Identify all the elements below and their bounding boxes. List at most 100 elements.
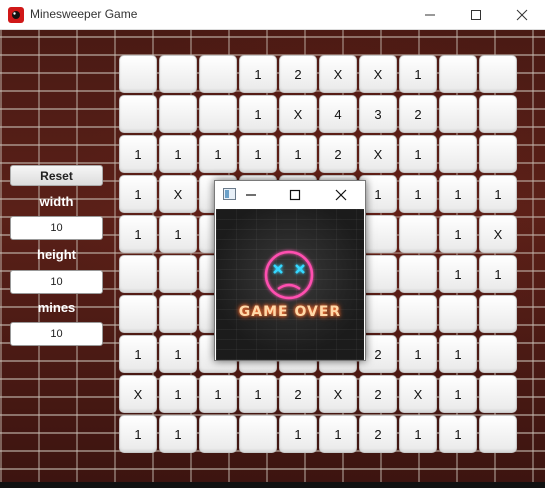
board-cell[interactable]: 1 bbox=[279, 415, 317, 453]
board-cell[interactable]: 1 bbox=[479, 255, 517, 293]
board-cell[interactable]: X bbox=[399, 375, 437, 413]
board-cell[interactable]: X bbox=[359, 55, 397, 93]
board-cell[interactable]: 1 bbox=[439, 335, 477, 373]
board-cell[interactable] bbox=[159, 55, 197, 93]
board-cell[interactable] bbox=[199, 95, 237, 133]
board-cell[interactable]: 2 bbox=[279, 55, 317, 93]
title-bar: Minesweeper Game bbox=[0, 0, 545, 30]
board-cell[interactable] bbox=[159, 255, 197, 293]
app-icon bbox=[8, 7, 24, 23]
board-cell[interactable]: 1 bbox=[239, 135, 277, 173]
board-cell[interactable]: 1 bbox=[439, 415, 477, 453]
board-cell[interactable]: 1 bbox=[399, 175, 437, 213]
neon-sad-face-icon bbox=[264, 250, 314, 300]
board-cell[interactable] bbox=[199, 415, 237, 453]
board-cell[interactable] bbox=[479, 135, 517, 173]
board-cell[interactable]: 1 bbox=[239, 55, 277, 93]
board-cell[interactable]: X bbox=[119, 375, 157, 413]
width-field[interactable]: 10 bbox=[10, 216, 103, 240]
board-cell[interactable]: 1 bbox=[159, 415, 197, 453]
popup-title-bar bbox=[215, 181, 365, 209]
minimize-icon bbox=[425, 14, 435, 16]
board-cell[interactable] bbox=[479, 375, 517, 413]
board-cell[interactable]: 2 bbox=[399, 95, 437, 133]
board-cell[interactable]: 3 bbox=[359, 95, 397, 133]
board-cell[interactable] bbox=[439, 55, 477, 93]
game-over-image: GAME OVER bbox=[216, 209, 364, 360]
board-cell[interactable] bbox=[159, 95, 197, 133]
board-cell[interactable]: 1 bbox=[119, 415, 157, 453]
board-cell[interactable] bbox=[479, 55, 517, 93]
board-cell[interactable] bbox=[479, 415, 517, 453]
reset-button[interactable]: Reset bbox=[10, 165, 103, 186]
board-cell[interactable]: 2 bbox=[359, 415, 397, 453]
board-cell[interactable]: 1 bbox=[399, 135, 437, 173]
popup-maximize-button[interactable] bbox=[275, 181, 315, 209]
board-cell[interactable]: X bbox=[479, 215, 517, 253]
popup-close-button[interactable] bbox=[321, 181, 361, 209]
board-cell[interactable] bbox=[439, 135, 477, 173]
board-cell[interactable]: 1 bbox=[159, 215, 197, 253]
board-cell[interactable] bbox=[399, 295, 437, 333]
maximize-button[interactable] bbox=[453, 0, 499, 30]
board-cell[interactable]: 1 bbox=[239, 95, 277, 133]
board-cell[interactable] bbox=[119, 255, 157, 293]
game-over-text: GAME OVER bbox=[238, 304, 342, 320]
popup-minimize-button[interactable] bbox=[231, 181, 271, 209]
board-cell[interactable]: X bbox=[319, 375, 357, 413]
board-cell[interactable] bbox=[439, 95, 477, 133]
board-cell[interactable]: 1 bbox=[199, 135, 237, 173]
board-cell[interactable]: 1 bbox=[279, 135, 317, 173]
board-cell[interactable]: 1 bbox=[439, 255, 477, 293]
board-cell[interactable] bbox=[119, 295, 157, 333]
minimize-button[interactable] bbox=[407, 0, 453, 30]
board-cell[interactable]: 1 bbox=[119, 135, 157, 173]
board-cell[interactable] bbox=[479, 295, 517, 333]
board-cell[interactable] bbox=[119, 55, 157, 93]
board-cell[interactable]: 1 bbox=[199, 375, 237, 413]
window-title: Minesweeper Game bbox=[30, 7, 138, 21]
width-label: width bbox=[39, 194, 74, 209]
close-button[interactable] bbox=[499, 0, 545, 30]
mines-field[interactable]: 10 bbox=[10, 322, 103, 346]
board-cell[interactable]: 1 bbox=[239, 375, 277, 413]
board-cell[interactable] bbox=[119, 95, 157, 133]
board-cell[interactable] bbox=[399, 255, 437, 293]
board-cell[interactable] bbox=[479, 335, 517, 373]
board-cell[interactable]: 1 bbox=[399, 335, 437, 373]
board-cell[interactable] bbox=[239, 415, 277, 453]
close-icon bbox=[335, 189, 347, 201]
board-cell[interactable]: 1 bbox=[119, 175, 157, 213]
board-cell[interactable]: 1 bbox=[399, 55, 437, 93]
height-field[interactable]: 10 bbox=[10, 270, 103, 294]
board-cell[interactable]: 1 bbox=[159, 335, 197, 373]
board-cell[interactable] bbox=[479, 95, 517, 133]
board-cell[interactable] bbox=[159, 295, 197, 333]
board-cell[interactable]: 1 bbox=[159, 135, 197, 173]
board-cell[interactable] bbox=[439, 295, 477, 333]
board-cell[interactable]: 4 bbox=[319, 95, 357, 133]
game-over-window: GAME OVER bbox=[214, 180, 366, 361]
maximize-icon bbox=[289, 189, 301, 201]
board-cell[interactable]: 1 bbox=[119, 215, 157, 253]
board-cell[interactable]: X bbox=[159, 175, 197, 213]
board-cell[interactable]: X bbox=[279, 95, 317, 133]
board-cell[interactable]: 1 bbox=[319, 415, 357, 453]
board-cell[interactable] bbox=[399, 215, 437, 253]
maximize-icon bbox=[471, 10, 481, 20]
board-cell[interactable]: 1 bbox=[439, 375, 477, 413]
board-cell[interactable]: 1 bbox=[439, 175, 477, 213]
height-label: height bbox=[37, 247, 76, 262]
board-cell[interactable]: 1 bbox=[399, 415, 437, 453]
board-cell[interactable]: 1 bbox=[119, 335, 157, 373]
board-cell[interactable]: 2 bbox=[359, 375, 397, 413]
board-cell[interactable]: 1 bbox=[479, 175, 517, 213]
minimize-icon bbox=[246, 194, 256, 196]
board-cell[interactable] bbox=[199, 55, 237, 93]
board-cell[interactable]: X bbox=[359, 135, 397, 173]
board-cell[interactable]: X bbox=[319, 55, 357, 93]
board-cell[interactable]: 1 bbox=[439, 215, 477, 253]
board-cell[interactable]: 2 bbox=[319, 135, 357, 173]
board-cell[interactable]: 2 bbox=[279, 375, 317, 413]
board-cell[interactable]: 1 bbox=[159, 375, 197, 413]
